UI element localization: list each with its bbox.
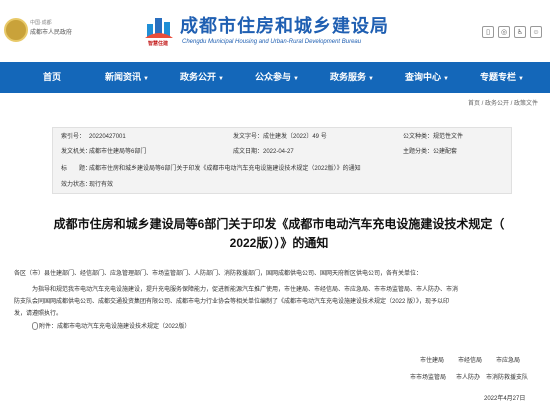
nav-label: 政务服务 bbox=[330, 72, 367, 82]
document-info-panel: 索引号： 20220427001 发文字号： 成住建发〔2022〕49 号 公文… bbox=[52, 127, 512, 194]
info-row: 效力状态： 现行有效 bbox=[53, 178, 511, 192]
site-header: 中国·成都 成都市人民政府 智慧住建 成都市住房和城乡建设局 Chengdu M… bbox=[0, 0, 550, 62]
issuer-label: 发文机关： bbox=[61, 149, 92, 155]
info-row: 标 题： 成都市住房和城乡建设局等6部门关于印发《成都市电动汽车充电设施建设技术… bbox=[53, 162, 511, 176]
bureau-logo-icon[interactable] bbox=[145, 14, 173, 40]
header-tools: ▯ ◎ ♿ ☺ bbox=[482, 26, 542, 38]
status-label: 效力状态： bbox=[61, 182, 92, 188]
logo-caption: 智慧住建 bbox=[148, 41, 169, 47]
attachment-text[interactable]: 附件：成都市电动汽车充电设施建设技术规定（2022版） bbox=[39, 324, 190, 330]
nav-item-news[interactable]: 新闻资讯 ▼ bbox=[97, 62, 157, 93]
sig-org: 市应急局 bbox=[496, 358, 521, 364]
date-label: 成文日期： bbox=[233, 149, 264, 155]
main-nav: 首页 新闻资讯 ▼ 政务公开 ▼ 公众参与 ▼ 政务服务 ▼ 查询中心 ▼ 专题专栏 ▼ bbox=[0, 62, 550, 93]
breadcrumb[interactable]: 首页 / 政务公开 / 政策文件 bbox=[468, 98, 538, 107]
nav-item-public-participation[interactable]: 公众参与 ▼ bbox=[247, 62, 307, 93]
category-label: 公文种类： bbox=[403, 134, 434, 140]
attachment-link[interactable]: 附件：成都市电动汽车充电设施建设技术规定（2022版） bbox=[32, 321, 432, 333]
body-line: 发，请遵照执行。 bbox=[14, 311, 63, 317]
nav-item-special-topics[interactable]: 专题专栏 ▼ bbox=[472, 62, 532, 93]
info-row: 索引号： 20220427001 发文字号： 成住建发〔2022〕49 号 公文… bbox=[53, 130, 511, 144]
body-line: 为指导和规范我市电动汽车充电设施建设，提升充电服务保障能力，促进新能源汽车推广使… bbox=[32, 287, 459, 293]
chevron-down-icon: ▼ bbox=[293, 76, 299, 82]
sig-org: 市住建局 bbox=[420, 358, 445, 364]
chevron-down-icon: ▼ bbox=[368, 76, 374, 82]
doc-no-label: 发文字号： bbox=[233, 134, 264, 140]
sig-org: 市人防办 bbox=[456, 375, 481, 381]
mobile-icon[interactable]: ▯ bbox=[482, 26, 494, 38]
doc-no-value: 成住建发〔2022〕49 号 bbox=[263, 134, 327, 140]
title-label: 标 题： bbox=[61, 166, 92, 172]
wechat-icon[interactable]: ◎ bbox=[498, 26, 510, 38]
body-line: 防支队会同国网成都供电公司、成都交通投资集团有限公司、成都市电力行业协会等相关单… bbox=[14, 299, 450, 305]
nav-item-query-center[interactable]: 查询中心 ▼ bbox=[397, 62, 457, 93]
elderly-icon[interactable]: ☺ bbox=[530, 26, 542, 38]
article-title-line: 成都市住房和城乡建设局等6部门关于印发《成都市电动汽车充电设施建设技术规定（ bbox=[53, 217, 505, 231]
accessibility-icon[interactable]: ♿ bbox=[514, 26, 526, 38]
article-title: 成都市住房和城乡建设局等6部门关于印发《成都市电动汽车充电设施建设技术规定（ 2… bbox=[14, 215, 544, 253]
nav-item-gov-affairs[interactable]: 政务公开 ▼ bbox=[172, 62, 232, 93]
nav-item-gov-services[interactable]: 政务服务 ▼ bbox=[322, 62, 382, 93]
chevron-down-icon: ▼ bbox=[218, 76, 224, 82]
site-title[interactable]: 成都市住房和城乡建设局 bbox=[180, 12, 389, 38]
nav-label: 公众参与 bbox=[255, 72, 292, 82]
sig-org: 市经信局 bbox=[458, 358, 483, 364]
paperclip-icon bbox=[32, 322, 38, 331]
sig-org: 市消防救援支队 bbox=[486, 375, 529, 381]
nav-label: 政务公开 bbox=[180, 72, 217, 82]
index-value: 20220427001 bbox=[89, 134, 126, 140]
index-label: 索引号： bbox=[61, 134, 86, 140]
sig-date: 2022年4月27日 bbox=[484, 396, 526, 402]
chevron-down-icon: ▼ bbox=[443, 76, 449, 82]
status-value: 现行有效 bbox=[89, 182, 114, 188]
nav-label: 查询中心 bbox=[405, 72, 442, 82]
nav-item-home[interactable]: 首页 bbox=[22, 62, 82, 93]
gov-label[interactable]: 成都市人民政府 bbox=[30, 27, 72, 36]
chevron-down-icon: ▼ bbox=[518, 76, 524, 82]
title-value: 成都市住房和城乡建设局等6部门关于印发《成都市电动汽车充电设施建设技术规定（20… bbox=[89, 166, 361, 172]
nav-label: 新闻资讯 bbox=[105, 72, 142, 82]
nav-label: 首页 bbox=[42, 72, 61, 82]
theme-value: 公建配套 bbox=[433, 149, 458, 155]
nav-label: 专题专栏 bbox=[480, 72, 517, 82]
date-value: 2022-04-27 bbox=[263, 149, 294, 155]
theme-label: 主题分类： bbox=[403, 149, 434, 155]
chevron-down-icon: ▼ bbox=[143, 76, 149, 82]
gov-label-top: 中国·成都 bbox=[30, 20, 52, 26]
article-title-line: 2022版））》的通知 bbox=[229, 236, 329, 250]
government-emblem-icon[interactable] bbox=[4, 18, 28, 42]
salutation: 各区（市）县住建部门、经信部门、应急管理部门、市场监管部门、人防部门、消防救援部… bbox=[14, 271, 423, 277]
sig-org: 市市场监管局 bbox=[410, 375, 447, 381]
site-subtitle: Chengdu Municipal Housing and Urban-Rura… bbox=[182, 39, 362, 45]
info-row: 发文机关： 成都市住建局等6部门 成文日期： 2022-04-27 主题分类： … bbox=[53, 145, 511, 159]
category-value: 规范性文件 bbox=[433, 134, 464, 140]
issuer-value: 成都市住建局等6部门 bbox=[89, 149, 147, 155]
